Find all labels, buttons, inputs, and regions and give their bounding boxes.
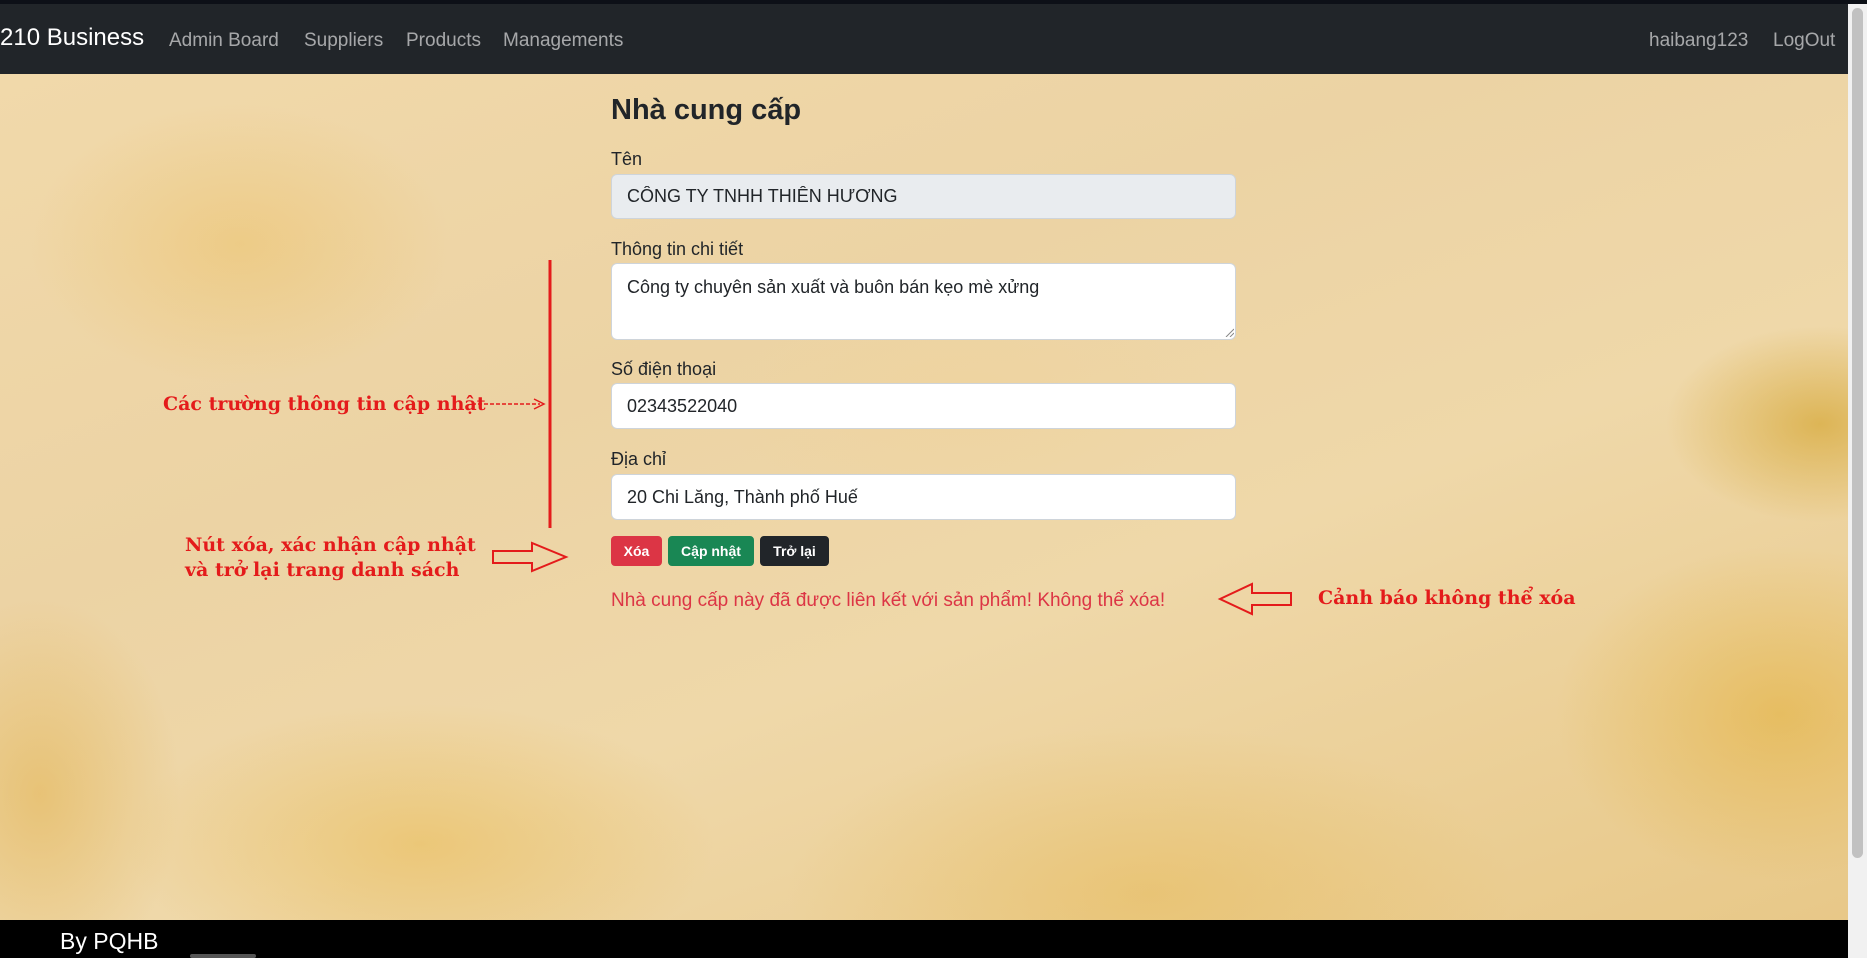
annotation-left-arrow-icon (1217, 582, 1292, 616)
annotation-dashed-arrow-icon (472, 398, 546, 410)
footer-text: By PQHB (60, 928, 159, 954)
footer: By PQHB (0, 920, 1848, 958)
annotation-overlay (472, 260, 1292, 616)
annotation-right-arrow-icon (492, 541, 569, 573)
taskbar-indicator (190, 954, 256, 958)
